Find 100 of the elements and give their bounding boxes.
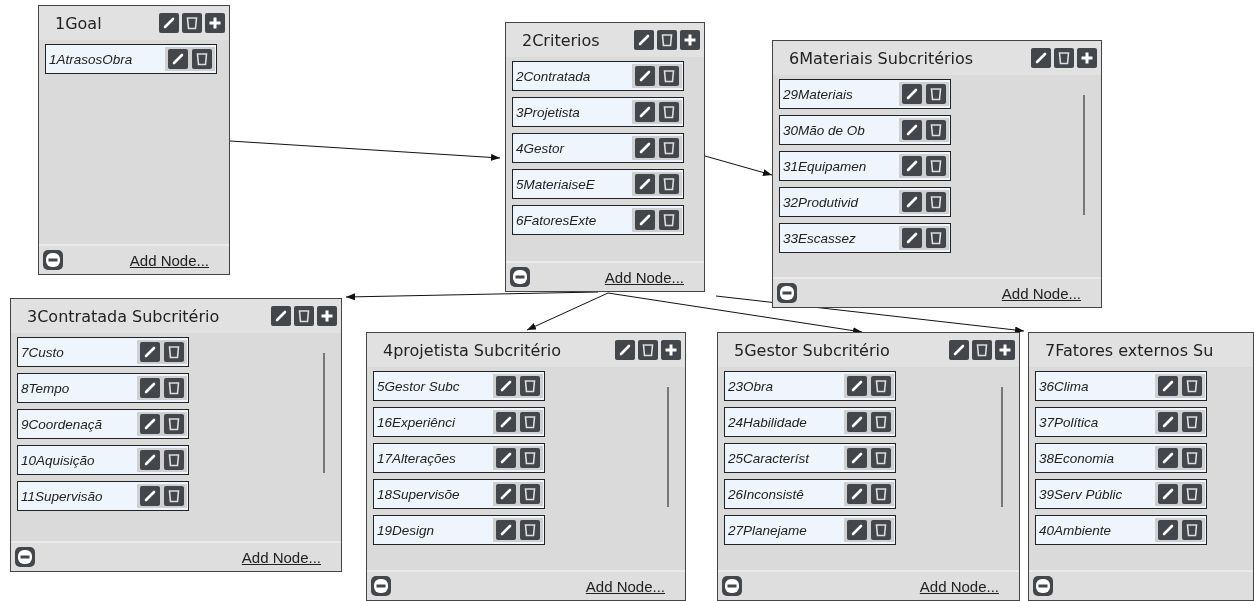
collapse-button[interactable] <box>15 547 35 567</box>
node-item[interactable]: 33Escassez <box>779 223 951 253</box>
add-node-link[interactable]: Add Node... <box>1001 284 1081 302</box>
edit-button[interactable] <box>140 486 160 506</box>
collapse-button[interactable] <box>1033 576 1053 596</box>
edit-button[interactable] <box>140 378 160 398</box>
edit-button[interactable] <box>168 49 188 69</box>
delete-button[interactable] <box>659 174 679 194</box>
node-item[interactable]: 29Materiais <box>779 79 951 109</box>
edit-button[interactable] <box>140 342 160 362</box>
edit-button[interactable] <box>902 192 922 212</box>
node-item[interactable]: 19Design <box>373 515 545 545</box>
node-item[interactable]: 17Alterações <box>373 443 545 473</box>
node-item[interactable]: 24Habilidade <box>724 407 896 437</box>
edit-button[interactable] <box>847 376 867 396</box>
delete-button[interactable] <box>638 340 658 360</box>
collapse-button[interactable] <box>371 576 391 596</box>
delete-button[interactable] <box>871 376 891 396</box>
delete-button[interactable] <box>164 450 184 470</box>
edit-button[interactable] <box>1158 484 1178 504</box>
delete-button[interactable] <box>1182 376 1202 396</box>
node-item[interactable]: 4Gestor <box>512 133 684 163</box>
scroll-bar[interactable] <box>667 387 669 507</box>
edit-button[interactable] <box>635 102 655 122</box>
delete-button[interactable] <box>926 84 946 104</box>
scroll-bar[interactable] <box>323 353 325 473</box>
edit-button[interactable] <box>902 228 922 248</box>
node-item[interactable]: 25Característ <box>724 443 896 473</box>
delete-button[interactable] <box>164 378 184 398</box>
node-item[interactable]: 11Supervisão <box>17 481 189 511</box>
node-item[interactable]: 38Economia <box>1035 443 1207 473</box>
delete-button[interactable] <box>871 412 891 432</box>
delete-button[interactable] <box>164 414 184 434</box>
edit-button[interactable] <box>634 30 654 50</box>
node-item[interactable]: 26Inconsistê <box>724 479 896 509</box>
edit-button[interactable] <box>847 448 867 468</box>
delete-button[interactable] <box>294 306 314 326</box>
add-button[interactable] <box>1077 48 1097 68</box>
node-item[interactable]: 8Tempo <box>17 373 189 403</box>
edit-button[interactable] <box>496 520 516 540</box>
scroll-bar[interactable] <box>1001 387 1003 507</box>
edit-button[interactable] <box>1158 412 1178 432</box>
edit-button[interactable] <box>271 306 291 326</box>
delete-button[interactable] <box>164 342 184 362</box>
add-node-link[interactable]: Add Node... <box>585 577 665 595</box>
node-item[interactable]: 40Ambiente <box>1035 515 1207 545</box>
edit-button[interactable] <box>635 66 655 86</box>
edit-button[interactable] <box>847 412 867 432</box>
node-item[interactable]: 10Aquisição <box>17 445 189 475</box>
delete-button[interactable] <box>871 484 891 504</box>
node-item[interactable]: 1AtrasosObra <box>45 44 217 74</box>
edit-button[interactable] <box>635 174 655 194</box>
edit-button[interactable] <box>902 120 922 140</box>
delete-button[interactable] <box>659 210 679 230</box>
delete-button[interactable] <box>659 66 679 86</box>
edit-button[interactable] <box>140 450 160 470</box>
node-item[interactable]: 23Obra <box>724 371 896 401</box>
edit-button[interactable] <box>159 13 179 33</box>
edit-button[interactable] <box>902 156 922 176</box>
delete-button[interactable] <box>926 156 946 176</box>
delete-button[interactable] <box>871 448 891 468</box>
node-item[interactable]: 30Mão de Ob <box>779 115 951 145</box>
delete-button[interactable] <box>659 102 679 122</box>
delete-button[interactable] <box>871 520 891 540</box>
node-item[interactable]: 6FatoresExte <box>512 205 684 235</box>
node-item[interactable]: 5Gestor Subc <box>373 371 545 401</box>
node-item[interactable]: 39Serv Públic <box>1035 479 1207 509</box>
node-item[interactable]: 7Custo <box>17 337 189 367</box>
scroll-bar[interactable] <box>1083 95 1085 215</box>
delete-button[interactable] <box>657 30 677 50</box>
delete-button[interactable] <box>192 49 212 69</box>
delete-button[interactable] <box>182 13 202 33</box>
delete-button[interactable] <box>659 138 679 158</box>
node-item[interactable]: 9Coordenaçã <box>17 409 189 439</box>
edit-button[interactable] <box>615 340 635 360</box>
delete-button[interactable] <box>1182 448 1202 468</box>
edit-button[interactable] <box>496 448 516 468</box>
node-item[interactable]: 37Política <box>1035 407 1207 437</box>
delete-button[interactable] <box>520 520 540 540</box>
node-item[interactable]: 2Contratada <box>512 61 684 91</box>
edit-button[interactable] <box>1158 448 1178 468</box>
delete-button[interactable] <box>926 228 946 248</box>
node-item[interactable]: 31Equipamen <box>779 151 951 181</box>
edit-button[interactable] <box>1158 520 1178 540</box>
delete-button[interactable] <box>520 376 540 396</box>
edit-button[interactable] <box>1031 48 1051 68</box>
edit-button[interactable] <box>949 340 969 360</box>
edit-button[interactable] <box>496 484 516 504</box>
node-item[interactable]: 16Experiênci <box>373 407 545 437</box>
collapse-button[interactable] <box>510 267 530 287</box>
edit-button[interactable] <box>496 376 516 396</box>
node-item[interactable]: 3Projetista <box>512 97 684 127</box>
node-item[interactable]: 27Planejame <box>724 515 896 545</box>
node-item[interactable]: 32Produtivid <box>779 187 951 217</box>
delete-button[interactable] <box>1182 484 1202 504</box>
add-button[interactable] <box>317 306 337 326</box>
add-node-link[interactable]: Add Node... <box>604 268 684 286</box>
edit-button[interactable] <box>140 414 160 434</box>
delete-button[interactable] <box>164 486 184 506</box>
edit-button[interactable] <box>635 138 655 158</box>
